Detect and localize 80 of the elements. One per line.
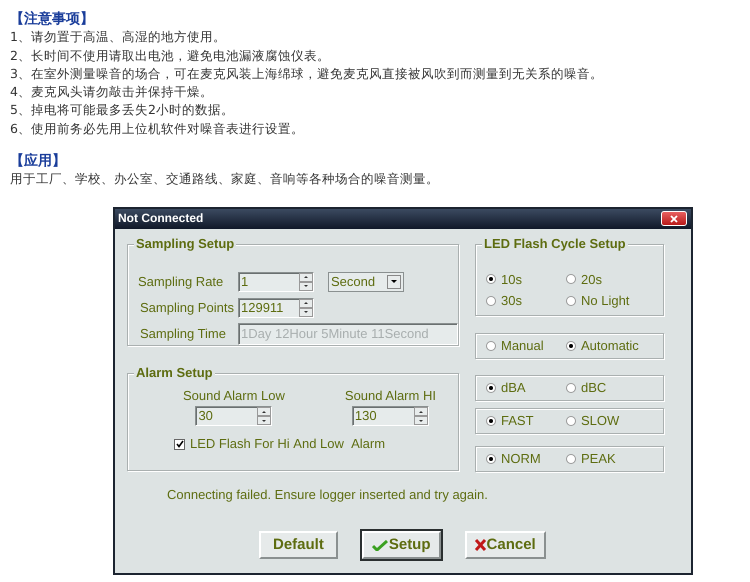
section-heading: 【注意事项】 — [10, 10, 95, 28]
arrow-down-icon — [304, 311, 308, 314]
spin-up-button[interactable] — [299, 272, 313, 282]
dropdown-button[interactable] — [387, 274, 401, 289]
group-title: LED Flash Cycle Setup — [482, 236, 628, 252]
close-icon — [670, 214, 678, 223]
radio-label: SLOW — [581, 412, 620, 428]
radio-button[interactable] — [566, 382, 576, 393]
dialog-button[interactable]: Default — [259, 531, 338, 560]
check-icon — [176, 440, 184, 448]
spin-up-button[interactable] — [299, 298, 313, 308]
field-value: 130 — [354, 408, 377, 424]
radio-label: No Light — [581, 293, 630, 309]
field-value: 30 — [198, 408, 213, 424]
checkbox[interactable] — [174, 438, 185, 450]
radio-label: dBC — [581, 380, 606, 396]
check-icon — [372, 539, 388, 552]
note-item: 2、长时间不使用请取出电池，避免电池漏液腐蚀仪表。 — [10, 46, 331, 65]
radio-button[interactable] — [566, 296, 576, 306]
arrow-down-icon — [418, 420, 423, 422]
arrow-up-icon — [304, 302, 308, 304]
arrow-up-icon — [304, 276, 308, 278]
arrow-down-icon — [304, 285, 308, 288]
radio-button[interactable] — [486, 296, 496, 306]
radio-label: 10s — [501, 272, 522, 288]
radio-button[interactable] — [486, 274, 496, 284]
close-button[interactable] — [661, 211, 687, 226]
note-item: 6、使用前务必先用上位机软件对噪音表进行设置。 — [10, 120, 305, 138]
radio-label: Automatic — [581, 338, 639, 354]
field-label: Sound Alarm Low — [183, 388, 285, 404]
radio-button[interactable] — [566, 454, 576, 464]
arrow-up-icon — [418, 410, 423, 413]
section-heading: 【应用】 — [10, 152, 67, 170]
spin-field[interactable]: 1 — [238, 272, 314, 292]
radio-button[interactable] — [566, 274, 576, 284]
arrow-down-icon — [262, 420, 266, 422]
time-field: 1Day 12Hour 5Minute 11Second — [238, 322, 458, 345]
radio-button[interactable] — [486, 382, 496, 393]
caret-icon — [391, 280, 397, 284]
spin-down-button[interactable] — [414, 416, 428, 426]
radio-label: 20s — [581, 272, 602, 288]
spin-down-button[interactable] — [257, 416, 272, 426]
dialog-button[interactable]: Cancel — [464, 531, 546, 560]
dialog-button[interactable]: Setup — [362, 531, 441, 560]
spin-field[interactable]: 130 — [352, 406, 429, 426]
radio-button[interactable] — [486, 454, 496, 464]
field-label: Sampling Points — [139, 300, 235, 316]
field-label: Sampling Time — [139, 326, 227, 342]
application-text: 用于工厂、学校、办公室、交通路线、家庭、音响等各种场合的噪音测量。 — [10, 170, 440, 188]
note-item: 1、请勿置于高温、高湿的地方使用。 — [10, 28, 227, 46]
spin-up-button[interactable] — [414, 407, 428, 416]
field-value: 129911 — [241, 300, 284, 316]
radio-label: Manual — [501, 338, 544, 354]
radio-label: PEAK — [581, 450, 616, 466]
radio-button[interactable] — [566, 416, 576, 426]
spin-field[interactable]: 129911 — [238, 298, 314, 318]
field-label: Sampling Rate — [138, 274, 224, 290]
note-item: 5、掉电将可能最多丢失2小时的数据。 — [10, 101, 235, 120]
unit-dropdown[interactable]: Second — [328, 272, 404, 292]
group-title: Sampling Setup — [134, 236, 236, 252]
radio-label: 30s — [501, 293, 522, 309]
radio-button[interactable] — [486, 340, 496, 351]
radio-label: NORM — [501, 450, 541, 466]
checkbox-label: LED Flash For Hi And Low Alarm — [190, 436, 386, 452]
spin-field[interactable]: 30 — [195, 406, 272, 426]
note-item: 4、麦克风头请勿敲击并保持干燥。 — [10, 83, 214, 102]
radio-button[interactable] — [566, 340, 576, 351]
group-title: Alarm Setup — [134, 364, 215, 380]
radio-label: FAST — [501, 412, 534, 428]
note-item: 3、在室外测量噪音的场合，可在麦克风装上海绵球，避免麦克风直接被风吹到而测量到无关系的噪音。 — [10, 64, 604, 83]
spin-up-button[interactable] — [257, 407, 272, 416]
field-value: 1 — [241, 274, 248, 290]
x-icon — [474, 539, 486, 552]
status-message: Connecting failed. Ensure logger inserted and try again. — [167, 486, 489, 502]
arrow-up-icon — [262, 410, 266, 413]
radio-label: dBA — [501, 380, 526, 396]
dropdown-value: Second — [331, 274, 376, 290]
window-title: Not Connected — [118, 211, 204, 226]
field-label: Sound Alarm HI — [344, 388, 436, 404]
radio-button[interactable] — [486, 416, 496, 426]
